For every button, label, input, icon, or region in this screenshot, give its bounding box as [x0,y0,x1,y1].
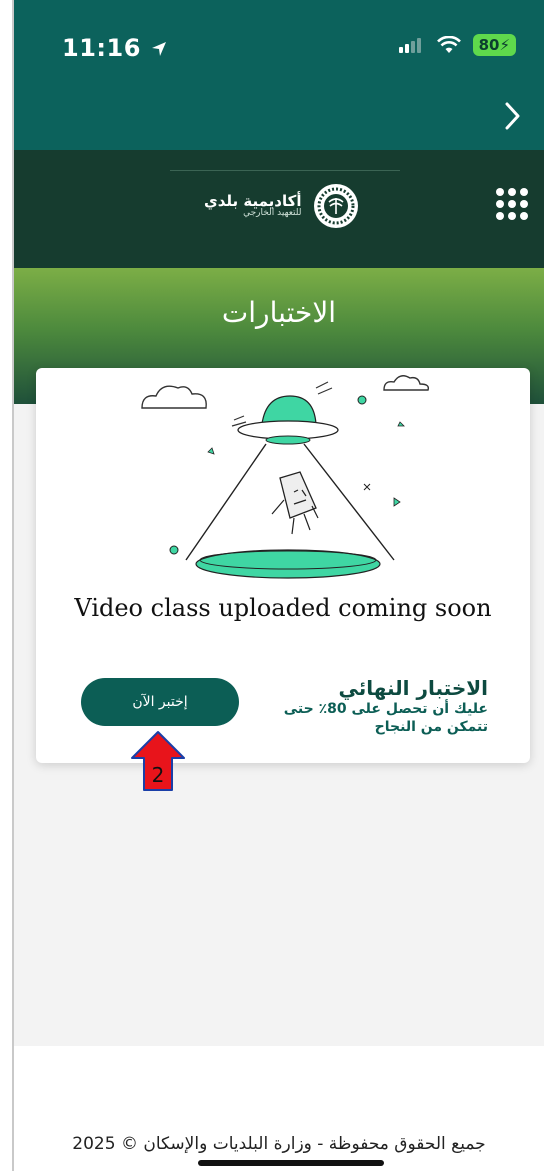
status-bar: 11:16 80⚡ [14,0,544,88]
status-icons: 80⚡ [398,34,516,56]
apps-grid-icon[interactable] [496,188,528,220]
footer: جميع الحقوق محفوظة - وزارة البلديات والإ… [14,1046,544,1171]
start-exam-button[interactable]: إختبر الآن [81,678,239,726]
battery-indicator: 80⚡ [472,34,516,56]
copyright-text: جميع الحقوق محفوظة - وزارة البلديات والإ… [72,1134,486,1154]
location-arrow-icon [151,42,166,56]
academy-logo[interactable]: أكاديمية بلدي للتعهيد الخارجي [204,182,360,230]
logo-text: أكاديمية بلدي للتعهيد الخارجي [204,193,302,219]
annotation-number: 2 [152,763,165,787]
exam-title: الاختبار النهائي [338,676,488,700]
app-header: أكاديمية بلدي للتعهيد الخارجي [14,150,544,268]
status-time: 11:16 [62,34,168,62]
exam-description-line1: عليك أن تحصل على 80٪ حتى [283,701,488,717]
cellular-signal-icon [398,38,421,53]
home-indicator[interactable] [198,1160,384,1166]
chevron-right-icon[interactable] [502,98,524,134]
logo-name: أكاديمية بلدي [204,191,302,210]
cloud-left-icon [141,385,207,409]
charging-bolt-icon: ⚡ [499,36,510,54]
logo-subtitle: للتعهيد الخارجي [243,208,302,219]
coming-soon-message: Video class uploaded coming soon [74,594,492,622]
page-title: الاختبارات [221,296,337,329]
navigation-bar [14,88,544,150]
exam-description-line2: تتمكن من النجاح [374,719,488,735]
final-exam-info: الاختبار النهائي عليك أن تحصل على 80٪ حت… [284,676,488,736]
wifi-icon [436,36,461,53]
ufo-illustration [141,375,430,579]
cloud-right-icon [383,375,430,391]
annotation-arrow-icon: 2 [131,731,185,791]
exam-card: Video class uploaded coming soon الاختبا… [36,368,530,763]
header-divider [170,170,400,171]
palm-emblem-icon [313,184,358,228]
